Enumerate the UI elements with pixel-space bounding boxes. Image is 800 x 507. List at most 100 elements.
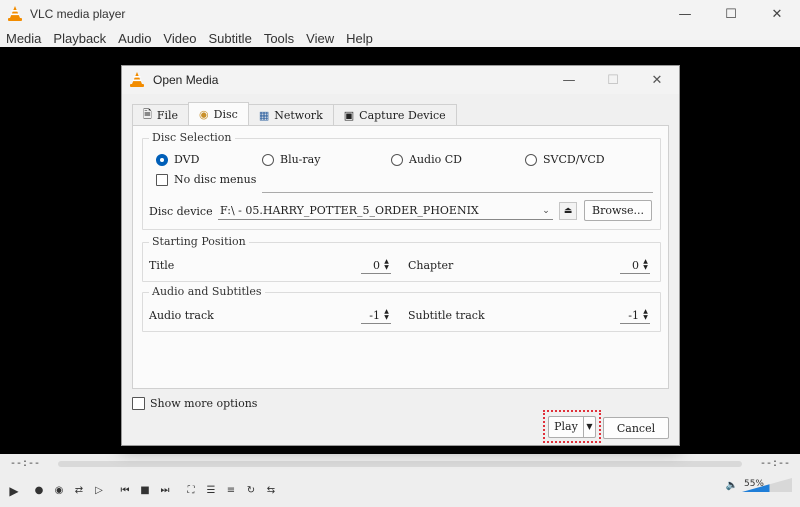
disc-device-label: Disc device [149,205,213,218]
maximize-icon[interactable]: ☐ [708,0,754,28]
frame-step-icon[interactable]: ▷ [90,482,108,500]
menu-view[interactable]: View [300,31,340,46]
radio-bluray-label: Blu-ray [280,153,321,166]
title-spinbox[interactable]: 0 ▲ ▼ [361,257,391,274]
starting-position-label: Starting Position [149,235,249,248]
tab-file[interactable]: 🗎 File [132,104,190,125]
tab-capture-device-label: Capture Device [359,108,446,122]
title-label: Title [149,259,175,272]
radio-dot [262,153,274,166]
title-value: 0 [373,258,380,272]
radio-svcd-vcd[interactable]: SVCD/VCD [525,153,605,166]
network-icon: ▦ [258,108,270,122]
radio-dvd[interactable]: DVD [156,153,199,166]
volume-percent: 55% [743,479,764,489]
radio-dvd-label: DVD [174,153,200,166]
menubar: Media Playback Audio Video Subtitle Tool… [0,28,800,48]
playback-controls: ▶ ● ◉ ⇄ ▷ ⏮ ■ ⏭ ⛶ ☰ ≡ ↻ ⇆ [0,474,800,507]
spin-arrows-icon: ▲ ▼ [643,308,648,321]
tab-capture-device[interactable]: ▣ Capture Device [332,104,457,125]
seek-slider[interactable] [58,461,742,467]
cancel-button[interactable]: Cancel [603,417,669,439]
extended-settings-icon[interactable]: ☰ [202,482,220,500]
stop-icon[interactable]: ■ [136,482,154,500]
tab-disc-label: Disc [213,107,238,121]
time-total: --:-- [759,458,790,470]
tab-network-label: Network [274,108,323,122]
menu-media[interactable]: Media [0,31,47,46]
play-icon[interactable]: ▶ [4,481,24,501]
previous-icon[interactable]: ⏮ [116,482,134,500]
audio-subtitles-group: Audio and Subtitles Audio track -1 ▲ ▼ Su… [142,285,661,332]
disc-device-combo[interactable]: F:\ - 05.HARRY_POTTER_5_ORDER_PHOENIX ⌄ [218,202,553,220]
no-disc-menus-label: No disc menus [174,173,257,186]
checkbox-box [156,173,168,186]
spin-arrows-icon: ▲ ▼ [643,258,648,271]
snapshot-icon[interactable]: ◉ [50,482,68,500]
vlc-cone-icon [8,6,22,22]
tab-file-label: File [156,108,179,122]
audio-track-spinbox[interactable]: -1 ▲ ▼ [361,307,391,324]
no-disc-menus-checkbox[interactable]: No disc menus [156,173,256,186]
subtitle-track-spinbox[interactable]: -1 ▲ ▼ [620,307,650,324]
chapter-spinbox[interactable]: 0 ▲ ▼ [620,257,650,274]
time-elapsed: --:-- [9,458,40,470]
menu-audio[interactable]: Audio [112,31,157,46]
menu-subtitle[interactable]: Subtitle [202,31,257,46]
radio-svcd-vcd-label: SVCD/VCD [543,153,605,166]
open-media-dialog: Open Media — ☐ ✕ 🗎 File ◉ Disc ▦ Network… [121,65,680,446]
separator-line [262,192,653,193]
disc-selection-group: Disc Selection DVD Blu-ray Audio CD SVCD… [142,131,661,230]
loop-ab-icon[interactable]: ⇄ [70,482,88,500]
show-more-options-checkbox[interactable]: Show more options [132,397,257,410]
disc-selection-label: Disc Selection [149,131,235,144]
fullscreen-icon[interactable]: ⛶ [182,482,200,500]
subtitle-track-value: -1 [628,308,639,322]
starting-position-group: Starting Position Title 0 ▲ ▼ Chapter 0 ▲… [142,235,661,282]
radio-bluray[interactable]: Blu-ray [262,153,320,166]
eject-icon[interactable]: ⏏ [559,202,577,220]
next-icon[interactable]: ⏭ [156,482,174,500]
playlist-icon[interactable]: ≡ [222,482,240,500]
volume-control: 🔈 55% [726,478,792,492]
loop-icon[interactable]: ↻ [242,482,260,500]
menu-video[interactable]: Video [157,31,202,46]
tab-bar: 🗎 File ◉ Disc ▦ Network ▣ Capture Device [132,102,457,126]
minimize-icon[interactable]: — [547,66,591,94]
play-button[interactable]: Play ▼ [548,415,596,438]
record-icon[interactable]: ● [30,482,48,500]
file-icon: 🗎 [143,107,152,121]
checkbox-box [132,397,145,410]
app-title: VLC media player [30,7,126,21]
menu-tools[interactable]: Tools [258,31,300,46]
audio-track-value: -1 [369,308,380,322]
chevron-down-icon: ⌄ [542,205,550,216]
audio-track-label: Audio track [149,309,214,322]
subtitle-track-label: Subtitle track [408,309,485,322]
chapter-label: Chapter [408,259,454,272]
play-highlight: Play ▼ [543,410,601,443]
radio-audio-cd[interactable]: Audio CD [391,153,462,166]
seek-row: --:-- --:-- [0,454,800,474]
capture-device-icon: ▣ [343,108,355,122]
browse-button-label: Browse... [591,204,645,217]
spin-arrows-icon: ▲ ▼ [384,258,389,271]
tab-network[interactable]: ▦ Network [247,104,334,125]
main-titlebar: VLC media player — ☐ ✕ [0,0,800,28]
shuffle-icon[interactable]: ⇆ [262,482,280,500]
menu-help[interactable]: Help [340,31,379,46]
minimize-icon[interactable]: — [662,0,708,28]
disc-icon: ◉ [199,107,209,121]
speaker-icon[interactable]: 🔈 [726,480,738,491]
radio-dot [525,153,537,166]
menu-playback[interactable]: Playback [47,31,112,46]
chapter-value: 0 [632,258,639,272]
vlc-cone-icon [130,72,144,88]
browse-button[interactable]: Browse... [584,200,652,221]
tab-disc[interactable]: ◉ Disc [188,102,249,125]
close-icon[interactable]: ✕ [754,0,800,28]
play-button-label: Play [554,420,578,433]
close-icon[interactable]: ✕ [635,66,679,94]
radio-dot [156,153,168,166]
chevron-down-icon[interactable]: ▼ [583,416,595,437]
